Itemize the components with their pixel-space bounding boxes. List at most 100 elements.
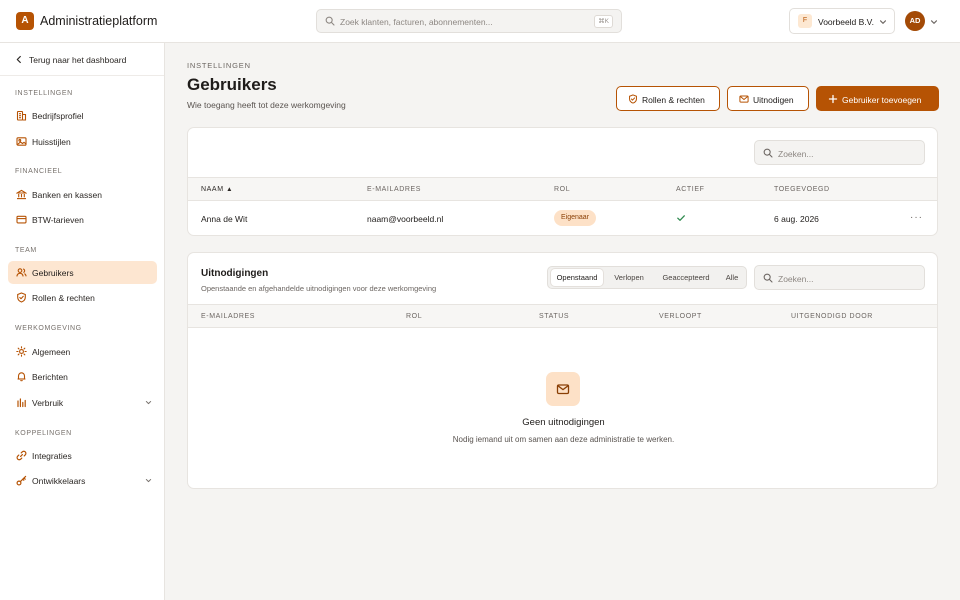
sidebar-item-label: BTW-tarieven [32,215,84,225]
sidebar-section-settings: INSTELLINGEN [15,90,73,97]
column-header-email[interactable]: E-MAILADRES [201,313,255,320]
bell-icon [16,371,27,382]
sidebar-item-usage[interactable]: Verbruik [8,391,157,414]
column-header-email[interactable]: E-MAILADRES [367,186,421,193]
column-header-role[interactable]: ROL [554,186,570,193]
row-actions-more-icon[interactable]: ··· [910,212,923,223]
mail-icon [556,384,570,395]
chevron-down-icon [145,399,152,406]
sidebar-item-general[interactable]: Algemeen [8,340,157,363]
invitations-search-placeholder: Zoeken... [778,274,814,284]
organization-badge: F [798,14,812,28]
invitations-subtitle: Openstaande en afgehandelde uitnodiginge… [201,284,437,293]
shield-icon [16,292,27,303]
column-header-invited-by[interactable]: UITGENODIGD DOOR [791,313,873,320]
chevron-left-icon [15,55,23,64]
global-search-input[interactable]: Zoek klanten, facturen, abonnementen... … [316,9,622,33]
invitations-title: Uitnodigingen [201,268,269,279]
filter-all[interactable]: Alle [720,269,744,286]
sidebar-item-integrations[interactable]: Integraties [8,444,157,467]
empty-state-icon [546,372,580,406]
sidebar-item-label: Gebruikers [32,268,74,278]
sidebar-item-label: Huisstijlen [32,137,71,147]
sidebar-item-vat-rates[interactable]: BTW-tarieven [8,208,157,231]
image-icon [16,136,27,147]
page-subtitle: Wie toegang heeft tot deze werkomgeving [187,100,346,110]
sidebar-item-banks[interactable]: Banken en kassen [8,183,157,206]
role-badge: Eigenaar [554,210,597,226]
table-row[interactable]: Anna de Wit naam@voorbeeld.nl Eigenaar 6… [188,201,937,235]
sidebar-item-roles[interactable]: Rollen & rechten [8,286,157,309]
add-user-button[interactable]: Gebruiker toevoegen [816,86,939,111]
sidebar-item-label: Rollen & rechten [32,293,95,303]
page-title: Gebruikers [187,75,277,94]
filter-pending[interactable]: Openstaand [551,269,603,286]
chevron-down-icon [879,18,887,26]
organization-name: Voorbeeld B.V. [818,17,874,27]
back-to-dashboard-link[interactable]: Terug naar het dashboard [0,43,164,76]
link-icon [16,450,27,461]
global-search-placeholder: Zoek klanten, facturen, abonnementen... [340,17,493,27]
search-shortcut-hint: ⌘K [594,15,613,28]
users-search-placeholder: Zoeken... [778,149,814,159]
roles-rights-button[interactable]: Rollen & rechten [616,86,720,111]
chevron-down-icon [145,477,152,484]
user-added-date: 6 aug. 2026 [774,214,819,224]
sidebar-section-workspace: WERKOMGEVING [15,325,82,332]
app-logo[interactable]: A [16,12,34,30]
roles-rights-button-label: Rollen & rechten [642,94,705,105]
organization-switcher[interactable]: F Voorbeeld B.V. [789,8,895,34]
sidebar-item-label: Ontwikkelaars [32,476,86,486]
sun-icon [16,346,27,357]
column-header-role[interactable]: ROL [406,313,422,320]
top-bar: A Administratieplatform Zoek klanten, fa… [0,0,960,43]
mail-icon [739,94,749,104]
card-icon [16,214,27,225]
column-header-expires[interactable]: VERLOOPT [659,313,702,320]
key-icon [16,475,27,486]
empty-state-text: Nodig iemand uit om samen aan deze admin… [452,435,675,444]
users-search-input[interactable]: Zoeken... [754,140,925,165]
app-name[interactable]: Administratieplatform [40,14,157,28]
column-header-added[interactable]: TOEGEVOEGD [774,186,830,193]
bar-chart-icon [16,397,27,408]
sidebar-item-company-profile[interactable]: Bedrijfsprofiel [8,104,157,127]
filter-expired[interactable]: Verlopen [607,269,651,286]
invite-button-label: Uitnodigen [753,94,794,105]
invitations-search-input[interactable]: Zoeken... [754,265,925,290]
filter-accepted[interactable]: Geaccepteerd [655,269,717,286]
sidebar-item-label: Verbruik [32,398,64,408]
user-name: Anna de Wit [201,214,248,224]
sidebar-item-developers[interactable]: Ontwikkelaars [8,469,157,492]
building-icon [16,110,27,121]
column-header-status[interactable]: STATUS [539,313,569,320]
shield-icon [628,94,638,104]
back-link-label: Terug naar het dashboard [29,55,127,65]
search-icon [763,273,773,283]
sidebar-item-brand-styles[interactable]: Huisstijlen [8,130,157,153]
sidebar-item-label: Banken en kassen [32,190,102,200]
invite-button[interactable]: Uitnodigen [727,86,809,111]
sidebar-item-label: Bedrijfsprofiel [32,111,84,121]
user-email: naam@voorbeeld.nl [367,214,444,224]
chevron-down-icon[interactable] [930,18,938,26]
search-icon [763,148,773,158]
sort-ascending-icon: ▲ [226,186,234,193]
column-header-name[interactable]: NAAM ▲ [201,186,233,193]
add-user-button-label: Gebruiker toevoegen [842,94,922,105]
sidebar-item-messages[interactable]: Berichten [8,365,157,388]
user-avatar[interactable]: AD [905,11,925,31]
sidebar-item-label: Algemeen [32,347,71,357]
empty-state-title: Geen uitnodigingen [522,417,605,428]
column-header-active[interactable]: ACTIEF [676,186,705,193]
users-table-header: NAAM ▲ E-MAILADRES ROL ACTIEF TOEGEVOEGD [188,177,937,201]
sidebar-item-users[interactable]: Gebruikers [8,261,157,284]
bank-icon [16,189,27,200]
users-card: Zoeken... NAAM ▲ E-MAILADRES ROL ACTIEF … [187,127,938,236]
sidebar-item-label: Integraties [32,451,72,461]
users-icon [16,267,27,278]
check-icon [676,213,686,223]
invitations-table-header: E-MAILADRES ROL STATUS VERLOOPT UITGENOD… [188,304,937,328]
plus-icon [828,94,838,104]
invitation-status-filter: Openstaand Verlopen Geaccepteerd Alle [547,266,747,289]
